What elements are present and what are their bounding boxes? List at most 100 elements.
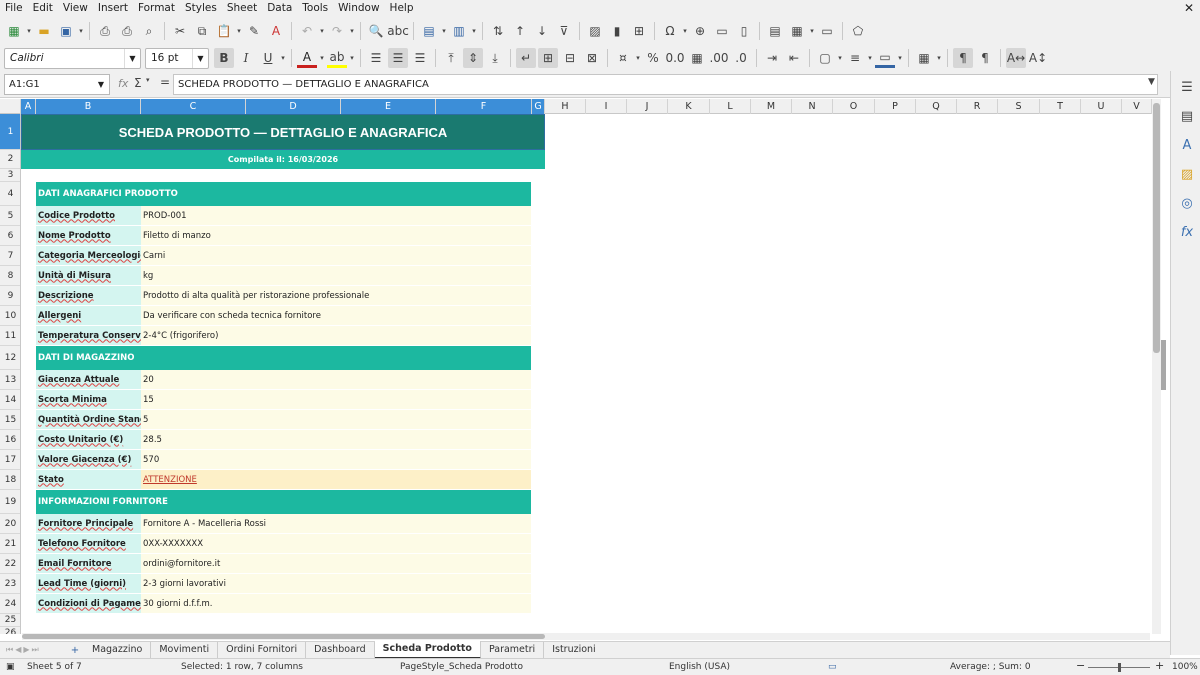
copy-icon[interactable]: ⧉	[192, 21, 212, 41]
field-label[interactable]: Email Fornitore	[36, 554, 141, 573]
split-window-icon[interactable]: ▭	[817, 21, 837, 41]
section-header[interactable]: INFORMAZIONI FORNITORE	[36, 490, 531, 514]
field-label[interactable]: Giacenza Attuale	[36, 370, 141, 389]
field-label[interactable]: Descrizione	[36, 286, 141, 305]
column-header-d[interactable]: D	[246, 99, 341, 114]
sort-icon[interactable]: ⇅	[488, 21, 508, 41]
formula-icon[interactable]: =	[160, 75, 170, 89]
tab-navigation-arrows-icon[interactable]: ⏮◀▶⏭	[0, 645, 66, 655]
field-value[interactable]: 0XX-XXXXXXX	[141, 534, 531, 553]
column-dropdown-icon[interactable]: ▾	[470, 27, 478, 35]
field-value[interactable]: 5	[141, 410, 531, 429]
save-icon[interactable]: ▣	[56, 21, 76, 41]
row-header[interactable]: 24	[0, 594, 20, 614]
border-style-dropdown-icon[interactable]: ▾	[866, 54, 874, 62]
merge-center-icon[interactable]: ⊞	[538, 48, 558, 68]
delete-decimal-icon[interactable]: .0	[731, 48, 751, 68]
row-header[interactable]: 1	[0, 114, 20, 150]
show-draw-functions-icon[interactable]: ⬠	[848, 21, 868, 41]
zoom-in-icon[interactable]: +	[1155, 659, 1164, 672]
vertical-scrollbar[interactable]	[1152, 99, 1161, 634]
clear-formatting-icon[interactable]: A	[266, 21, 286, 41]
left-to-right-icon[interactable]: ¶	[953, 48, 973, 68]
horizontal-scroll-thumb[interactable]	[22, 634, 545, 639]
column-header-h[interactable]: H	[545, 99, 586, 114]
clone-formatting-icon[interactable]: ✎	[244, 21, 264, 41]
selection-mode-icon[interactable]: ▭	[828, 662, 837, 672]
properties-icon[interactable]: ▤	[1176, 106, 1198, 126]
font-color-dropdown-icon[interactable]: ▾	[318, 54, 326, 62]
styles-icon[interactable]: A	[1176, 135, 1198, 155]
tab-movimenti[interactable]: Movimenti	[151, 642, 219, 658]
row-header[interactable]: 8	[0, 266, 20, 286]
horizontal-scrollbar[interactable]	[22, 633, 1150, 640]
menu-edit[interactable]: Edit	[28, 0, 58, 17]
column-header-o[interactable]: O	[833, 99, 875, 114]
chevron-down-icon[interactable]: ▼	[192, 48, 208, 68]
row-header[interactable]: 21	[0, 534, 20, 554]
paste-dropdown-icon[interactable]: ▾	[235, 27, 243, 35]
sort-descending-icon[interactable]: ↓	[532, 21, 552, 41]
spelling-icon[interactable]: abc	[387, 21, 409, 41]
row-header[interactable]: 14	[0, 390, 20, 410]
column-header-n[interactable]: N	[792, 99, 833, 114]
unmerge-cells-icon[interactable]: ⊠	[582, 48, 602, 68]
field-value[interactable]: 15	[141, 390, 531, 409]
zoom-level[interactable]: 100%	[1172, 662, 1198, 672]
date-format-icon[interactable]: ▦	[687, 48, 707, 68]
underline-icon[interactable]: U	[258, 48, 278, 68]
field-label[interactable]: Nome Prodotto	[36, 226, 141, 245]
text-orientation-vertical-icon[interactable]: A↕	[1028, 48, 1048, 68]
sheet-title[interactable]: SCHEDA PRODOTTO — DETTAGLIO E ANAGRAFICA	[21, 114, 545, 150]
print-icon[interactable]: ⎙	[117, 21, 137, 41]
redo-dropdown-icon[interactable]: ▾	[348, 27, 356, 35]
column-header-g[interactable]: G	[532, 99, 545, 114]
formula-input[interactable]: SCHEDA PRODOTTO — DETTAGLIO E ANAGRAFICA	[173, 74, 1158, 95]
field-label[interactable]: Temperatura Conservazione	[36, 326, 141, 345]
decrease-indent-icon[interactable]: ⇤	[784, 48, 804, 68]
expand-formula-icon[interactable]: ▼	[1148, 77, 1155, 87]
name-box[interactable]: A1:G1 ▼	[4, 74, 110, 95]
menu-file[interactable]: File	[0, 0, 28, 17]
field-value[interactable]: ordini@fornitore.it	[141, 554, 531, 573]
row-header[interactable]: 3	[0, 169, 20, 182]
align-bottom-icon[interactable]: ⤓	[485, 48, 505, 68]
column-header-b[interactable]: B	[36, 99, 141, 114]
add-decimal-icon[interactable]: .00	[709, 48, 729, 68]
field-value[interactable]: 28.5	[141, 430, 531, 449]
column-header-c[interactable]: C	[141, 99, 246, 114]
menu-sheet[interactable]: Sheet	[222, 0, 262, 17]
menu-tools[interactable]: Tools	[297, 0, 333, 17]
special-character-dropdown-icon[interactable]: ▾	[681, 27, 689, 35]
find-replace-icon[interactable]: 🔍	[366, 21, 386, 41]
headers-footers-icon[interactable]: ▯	[734, 21, 754, 41]
highlight-dropdown-icon[interactable]: ▾	[348, 54, 356, 62]
insert-image-icon[interactable]: ▨	[585, 21, 605, 41]
field-value[interactable]: Fornitore A - Macelleria Rossi	[141, 514, 531, 533]
row-header[interactable]: 18	[0, 470, 20, 490]
field-label[interactable]: Costo Unitario (€)	[36, 430, 141, 449]
print-preview-icon[interactable]: ⌕	[139, 21, 159, 41]
zoom-out-icon[interactable]: −	[1076, 659, 1085, 672]
row-header[interactable]: 19	[0, 490, 20, 514]
undo-icon[interactable]: ↶	[297, 21, 317, 41]
new-document-icon[interactable]: ▦	[4, 21, 24, 41]
cut-icon[interactable]: ✂	[170, 21, 190, 41]
row-header[interactable]: 26	[0, 627, 20, 634]
field-label[interactable]: Allergeni	[36, 306, 141, 325]
chevron-down-icon[interactable]: ▼	[124, 48, 140, 68]
borders-icon[interactable]: ▢	[815, 48, 835, 68]
sidebar-resize-handle[interactable]	[1161, 340, 1166, 390]
menu-styles[interactable]: Styles	[180, 0, 222, 17]
percent-format-icon[interactable]: %	[643, 48, 663, 68]
align-center-icon[interactable]: ☰	[388, 48, 408, 68]
row-header[interactable]: 23	[0, 574, 20, 594]
column-header-l[interactable]: L	[710, 99, 751, 114]
menu-format[interactable]: Format	[133, 0, 180, 17]
column-header-i[interactable]: I	[586, 99, 627, 114]
field-value[interactable]: Carni	[141, 246, 531, 265]
row-header[interactable]: 9	[0, 286, 20, 306]
undo-dropdown-icon[interactable]: ▾	[318, 27, 326, 35]
page-style[interactable]: PageStyle_Scheda Prodotto	[400, 662, 523, 672]
currency-dropdown-icon[interactable]: ▾	[634, 54, 642, 62]
